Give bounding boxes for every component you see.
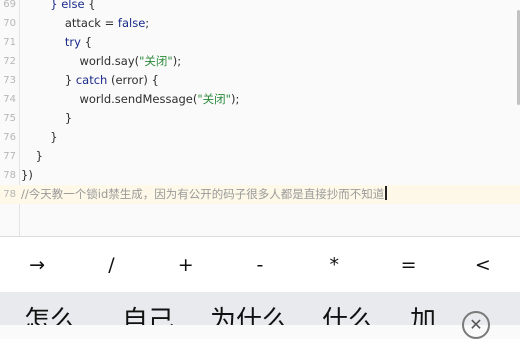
line-number: 78 bbox=[3, 189, 16, 200]
code-token: ; bbox=[145, 16, 150, 30]
keyword-token: } bbox=[50, 0, 58, 11]
keyword-token: false bbox=[117, 16, 146, 30]
code-line[interactable]: 77 } bbox=[0, 147, 520, 166]
close-glyph: ✕ bbox=[469, 315, 483, 334]
text-caret bbox=[385, 186, 387, 200]
code-token: } bbox=[21, 111, 73, 125]
code-line[interactable]: 74 world.sendMessage("关闭"); bbox=[0, 90, 520, 109]
code-text: }) bbox=[21, 166, 33, 185]
string-token: "关闭" bbox=[139, 54, 173, 68]
code-token: world.say( bbox=[21, 54, 140, 68]
line-number: 70 bbox=[3, 18, 16, 29]
symbol-key-less-than[interactable]: < bbox=[446, 237, 520, 293]
candidate-word[interactable]: 自己 bbox=[122, 306, 174, 325]
code-line[interactable]: 75 } bbox=[0, 109, 520, 128]
symbol-key-plus[interactable]: + bbox=[149, 237, 223, 293]
code-line[interactable]: 70 attack = false; bbox=[0, 14, 520, 33]
symbol-key-slash[interactable]: / bbox=[74, 237, 148, 293]
symbol-toolbar: → / + - * = < bbox=[0, 236, 520, 293]
line-number: 77 bbox=[3, 151, 16, 162]
code-token: } bbox=[21, 73, 76, 87]
candidate-word[interactable]: 什么 bbox=[322, 306, 374, 325]
line-number: 71 bbox=[3, 37, 16, 48]
line-number: 74 bbox=[3, 94, 16, 105]
code-text: } bbox=[21, 109, 72, 128]
symbol-key-arrow[interactable]: → bbox=[0, 237, 74, 293]
code-token: { bbox=[84, 0, 96, 11]
keyword-token: catch bbox=[75, 73, 108, 87]
symbol-key-equals[interactable]: = bbox=[371, 237, 445, 293]
ime-candidate-bar: 怎么 自己 为什么 什么 加 bbox=[0, 292, 520, 325]
code-text: world.sendMessage("关闭"); bbox=[21, 90, 239, 109]
code-editor[interactable]: 69 } else {70 attack = false; 71 try {72 … bbox=[0, 0, 520, 236]
code-token: } bbox=[21, 130, 58, 144]
line-number: 73 bbox=[3, 75, 16, 86]
code-token: ); bbox=[230, 92, 240, 106]
line-number: 76 bbox=[3, 132, 16, 143]
code-line[interactable]: 69 } else { bbox=[0, 0, 520, 14]
code-text: } bbox=[21, 147, 43, 166]
code-line[interactable]: 72 world.say("关闭"); bbox=[0, 52, 520, 71]
comment-token: //今天教一个锁id禁生成，因为有公开的码子很多人都是直接抄而不知道 bbox=[21, 187, 385, 201]
code-line[interactable]: 71 try { bbox=[0, 33, 520, 52]
code-text: //今天教一个锁id禁生成，因为有公开的码子很多人都是直接抄而不知道 bbox=[21, 185, 387, 204]
code-line[interactable]: 78}) bbox=[0, 166, 520, 185]
code-text: } else { bbox=[21, 0, 96, 14]
code-token: }) bbox=[21, 168, 33, 182]
code-text: } catch (error) { bbox=[21, 71, 159, 90]
line-number: 78 bbox=[3, 170, 16, 181]
line-number: 72 bbox=[3, 56, 16, 67]
candidate-word[interactable]: 怎么 bbox=[24, 306, 76, 325]
code-text: attack = false; bbox=[21, 14, 149, 33]
code-line[interactable]: 78 //今天教一个锁id禁生成，因为有公开的码子很多人都是直接抄而不知道 bbox=[0, 185, 520, 204]
code-token: attack = bbox=[21, 16, 118, 30]
code-text: try { bbox=[21, 33, 92, 52]
keyword-token: else bbox=[61, 0, 85, 11]
code-token: (error) { bbox=[107, 73, 159, 87]
candidate-word[interactable]: 加 bbox=[410, 306, 436, 325]
code-text: world.say("关闭"); bbox=[21, 52, 181, 71]
code-token: } bbox=[21, 149, 43, 163]
line-number: 75 bbox=[3, 113, 16, 124]
string-token: "关闭" bbox=[197, 92, 231, 106]
code-line[interactable]: 76 } bbox=[0, 128, 520, 147]
code-text: } bbox=[21, 128, 58, 147]
symbol-key-minus[interactable]: - bbox=[223, 237, 297, 293]
code-token: { bbox=[80, 35, 92, 49]
close-icon[interactable]: ✕ bbox=[462, 311, 490, 339]
code-token: world.sendMessage( bbox=[21, 92, 198, 106]
code-line[interactable]: 73 } catch (error) { bbox=[0, 71, 520, 90]
symbol-key-asterisk[interactable]: * bbox=[297, 237, 371, 293]
keyword-token: try bbox=[64, 35, 81, 49]
candidate-word[interactable]: 为什么 bbox=[210, 306, 288, 325]
line-number: 69 bbox=[3, 0, 16, 10]
code-token: ); bbox=[172, 54, 182, 68]
